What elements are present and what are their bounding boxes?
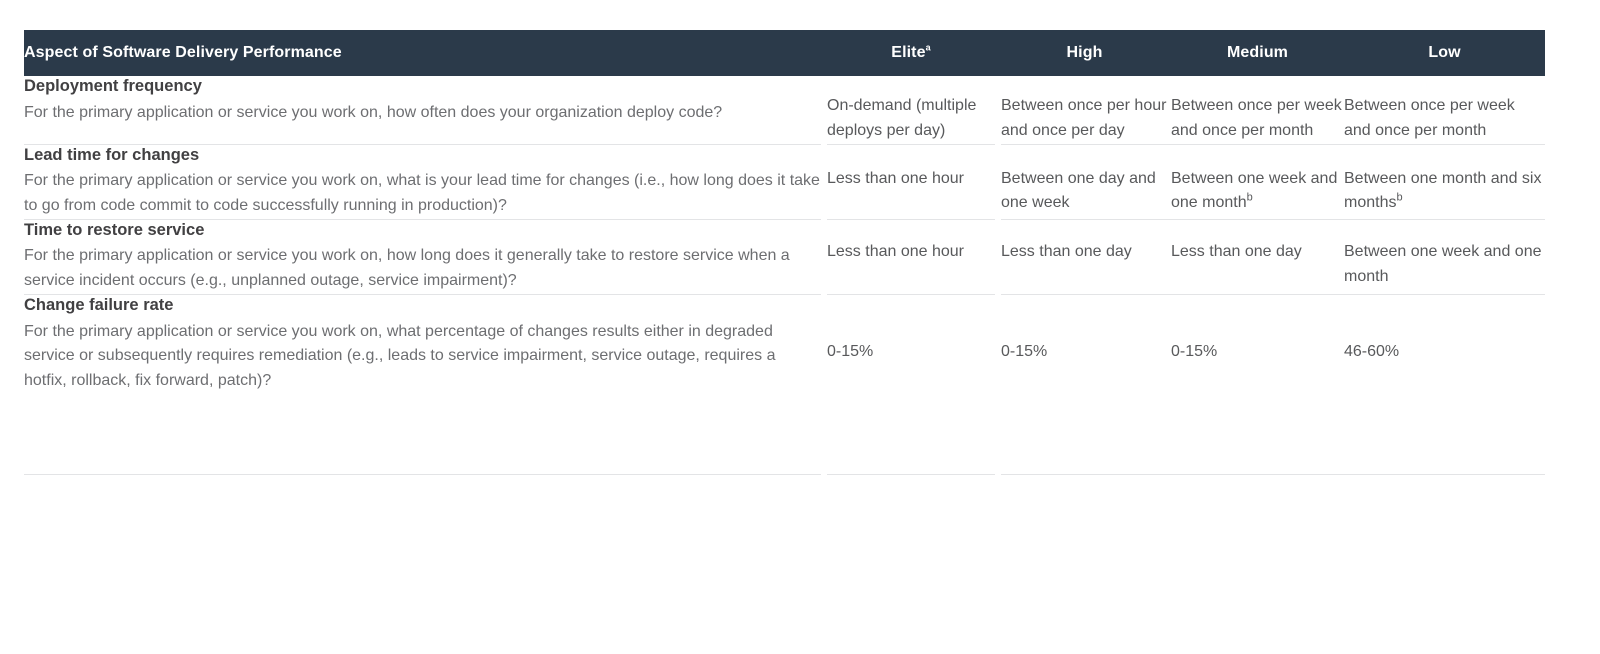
cell-medium: Between once per week and once per month — [1171, 76, 1344, 145]
aspect-description: For the primary application or service y… — [24, 172, 820, 215]
aspect-description: For the primary application or service y… — [24, 103, 723, 121]
column-header-medium: Medium — [1171, 30, 1344, 76]
cell-medium-value: Between once per week and once per month — [1171, 97, 1342, 139]
aspect-title: Time to restore service — [24, 220, 205, 239]
software-delivery-performance-table: Aspect of Software Delivery Performance … — [24, 30, 1545, 476]
aspect-title: Lead time for changes — [24, 145, 200, 164]
cell-medium: 0-15% — [1171, 294, 1344, 476]
cell-elite: 0-15% — [821, 294, 1001, 476]
aspect-description: For the primary application or service y… — [24, 322, 776, 390]
cell-medium-value: Less than one day — [1171, 242, 1302, 260]
column-header-medium-label: Medium — [1226, 44, 1289, 61]
cell-low: 46-60% — [1344, 294, 1545, 476]
cell-elite: On-demand (multiple deploys per day) — [821, 76, 1001, 145]
cell-elite: Less than one hour — [821, 219, 1001, 296]
aspect-title: Deployment frequency — [24, 77, 202, 95]
table-header-row: Aspect of Software Delivery Performance … — [24, 30, 1545, 76]
cell-low: Between once per week and once per month — [1344, 76, 1545, 145]
cell-low-value: 46-60% — [1344, 343, 1400, 361]
table-body: Deployment frequency For the primary app… — [24, 76, 1545, 476]
column-header-aspect: Aspect of Software Delivery Performance — [24, 30, 824, 76]
table-header: Aspect of Software Delivery Performance … — [24, 30, 1545, 76]
cell-aspect: Change failure rate For the primary appl… — [24, 294, 824, 476]
cell-low-value: Between one week and one month — [1344, 242, 1542, 285]
aspect-title: Change failure rate — [24, 296, 174, 315]
table-row: Deployment frequency For the primary app… — [24, 76, 1545, 145]
cell-medium-value: Between one week and one month — [1171, 169, 1338, 212]
cell-elite: Less than one hour — [821, 144, 1001, 220]
cell-elite-value: Less than one hour — [827, 242, 964, 260]
page-root: Aspect of Software Delivery Performance … — [0, 0, 1600, 654]
column-header-elite-footnote-marker: a — [925, 42, 931, 53]
cell-medium-footnote-marker: b — [1246, 192, 1253, 205]
cell-low: Between one week and one month — [1344, 219, 1545, 296]
cell-aspect: Lead time for changes For the primary ap… — [24, 144, 824, 220]
cell-high: Less than one day — [998, 219, 1171, 296]
cell-medium: Less than one day — [1171, 219, 1344, 296]
column-header-high: High — [998, 30, 1171, 76]
cell-elite-value: On-demand (multiple deploys per day) — [827, 97, 977, 139]
column-header-elite-label: Elite — [891, 44, 926, 61]
cell-high-value: Between one day and one week — [1001, 169, 1156, 212]
cell-medium-value: 0-15% — [1171, 343, 1218, 361]
aspect-description: For the primary application or service y… — [24, 247, 790, 290]
cell-elite-value: Less than one hour — [827, 169, 964, 187]
cell-high: 0-15% — [998, 294, 1171, 476]
cell-aspect: Deployment frequency For the primary app… — [24, 76, 824, 145]
cell-high-value: 0-15% — [1001, 343, 1048, 361]
table-row: Time to restore service For the primary … — [24, 219, 1545, 296]
cell-high: Between once per hour and once per day — [998, 76, 1171, 145]
column-header-high-label: High — [1066, 44, 1103, 61]
cell-low-value: Between once per week and once per month — [1344, 97, 1515, 139]
table-row: Change failure rate For the primary appl… — [24, 294, 1545, 476]
cell-high: Between one day and one week — [998, 144, 1171, 220]
cell-aspect: Time to restore service For the primary … — [24, 219, 824, 296]
cell-medium: Between one week and one monthb — [1171, 144, 1344, 220]
column-header-low: Low — [1344, 30, 1545, 76]
cell-low-footnote-marker: b — [1396, 192, 1403, 205]
column-header-elite: Elitea — [824, 30, 998, 76]
cell-low-value: Between one month and six months — [1344, 169, 1542, 212]
table-row: Lead time for changes For the primary ap… — [24, 144, 1545, 220]
cell-high-value: Between once per hour and once per day — [1001, 97, 1167, 139]
column-header-aspect-label: Aspect of Software Delivery Performance — [24, 44, 342, 61]
column-header-low-label: Low — [1428, 44, 1461, 61]
cell-low: Between one month and six monthsb — [1344, 144, 1545, 220]
cell-high-value: Less than one day — [1001, 242, 1132, 260]
cell-elite-value: 0-15% — [827, 343, 874, 361]
